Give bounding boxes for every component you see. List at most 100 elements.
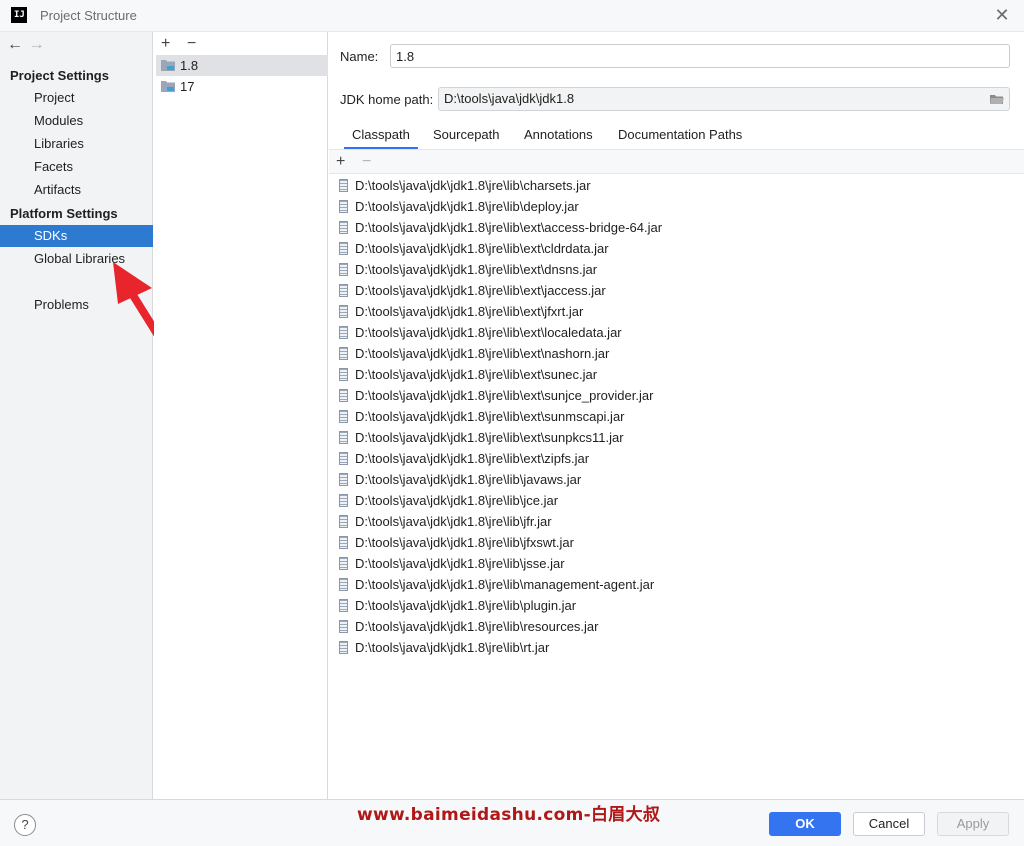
classpath-row[interactable]: D:\tools\java\jdk\jdk1.8\jre\lib\jsse.ja…	[329, 553, 1024, 574]
window-title: Project Structure	[40, 8, 137, 23]
classpath-row[interactable]: D:\tools\java\jdk\jdk1.8\jre\lib\ext\sun…	[329, 385, 1024, 406]
sdk-item-1-8[interactable]: 1.8	[156, 55, 328, 76]
classpath-row[interactable]: D:\tools\java\jdk\jdk1.8\jre\lib\ext\nas…	[329, 343, 1024, 364]
classpath-entry: D:\tools\java\jdk\jdk1.8\jre\lib\ext\nas…	[355, 346, 610, 361]
settings-sidebar: ← → Project Settings Project Modules Lib…	[0, 32, 153, 799]
jar-file-icon	[339, 200, 348, 213]
classpath-entry: D:\tools\java\jdk\jdk1.8\jre\lib\ext\zip…	[355, 451, 590, 466]
sdk-name-field[interactable]	[390, 44, 1010, 68]
folder-browse-icon[interactable]	[990, 92, 1004, 106]
sdk-item-label: 1.8	[180, 58, 199, 73]
jar-file-icon	[339, 494, 348, 507]
sdk-detail-panel: Name: JDK home path: D:\tools\java\jdk\j…	[329, 32, 1024, 799]
classpath-entry: D:\tools\java\jdk\jdk1.8\jre\lib\jfr.jar	[355, 514, 552, 529]
apply-button[interactable]: Apply	[937, 812, 1009, 836]
classpath-row[interactable]: D:\tools\java\jdk\jdk1.8\jre\lib\jfxswt.…	[329, 532, 1024, 553]
ok-button[interactable]: OK	[769, 812, 841, 836]
classpath-row[interactable]: D:\tools\java\jdk\jdk1.8\jre\lib\ext\sun…	[329, 364, 1024, 385]
add-path-button[interactable]: +	[336, 153, 345, 171]
jdk-home-path-field[interactable]: D:\tools\java\jdk\jdk1.8	[438, 87, 1010, 111]
jar-file-icon	[339, 179, 348, 192]
jar-file-icon	[339, 578, 348, 591]
classpath-row[interactable]: D:\tools\java\jdk\jdk1.8\jre\lib\ext\sun…	[329, 406, 1024, 427]
classpath-entry: D:\tools\java\jdk\jdk1.8\jre\lib\jce.jar	[355, 493, 559, 508]
classpath-row[interactable]: D:\tools\java\jdk\jdk1.8\jre\lib\ext\sun…	[329, 427, 1024, 448]
sidebar-item-project[interactable]: Project	[0, 87, 153, 109]
tab-sourcepath[interactable]: Sourcepath	[425, 124, 508, 150]
classpath-row[interactable]: D:\tools\java\jdk\jdk1.8\jre\lib\ext\jac…	[329, 280, 1024, 301]
classpath-row[interactable]: D:\tools\java\jdk\jdk1.8\jre\lib\rt.jar	[329, 637, 1024, 658]
close-icon[interactable]: ✕	[994, 6, 1010, 24]
jdk-home-path-value: D:\tools\java\jdk\jdk1.8	[444, 91, 575, 106]
title-bar: IJ Project Structure ✕	[0, 0, 1024, 32]
classpath-entry: D:\tools\java\jdk\jdk1.8\jre\lib\ext\cld…	[355, 241, 609, 256]
project-settings-header: Project Settings	[10, 68, 109, 83]
classpath-toolbar: + −	[329, 150, 1024, 174]
classpath-row[interactable]: D:\tools\java\jdk\jdk1.8\jre\lib\ext\zip…	[329, 448, 1024, 469]
tab-annotations[interactable]: Annotations	[516, 124, 601, 150]
classpath-entry: D:\tools\java\jdk\jdk1.8\jre\lib\plugin.…	[355, 598, 577, 613]
dialog-footer: ? www.baimeidashu.com-白眉大叔 OK Cancel App…	[0, 799, 1024, 846]
classpath-entry: D:\tools\java\jdk\jdk1.8\jre\lib\jsse.ja…	[355, 556, 565, 571]
sidebar-item-modules[interactable]: Modules	[0, 110, 153, 132]
classpath-entry: D:\tools\java\jdk\jdk1.8\jre\lib\rt.jar	[355, 640, 550, 655]
tab-classpath[interactable]: Classpath	[344, 124, 418, 150]
jar-file-icon	[339, 431, 348, 444]
classpath-row[interactable]: D:\tools\java\jdk\jdk1.8\jre\lib\ext\cld…	[329, 238, 1024, 259]
classpath-entry: D:\tools\java\jdk\jdk1.8\jre\lib\ext\sun…	[355, 367, 598, 382]
classpath-row[interactable]: D:\tools\java\jdk\jdk1.8\jre\lib\charset…	[329, 175, 1024, 196]
classpath-entry: D:\tools\java\jdk\jdk1.8\jre\lib\ext\sun…	[355, 388, 654, 403]
watermark-text: www.baimeidashu.com-白眉大叔	[357, 805, 661, 825]
platform-settings-header: Platform Settings	[10, 206, 118, 221]
classpath-entry: D:\tools\java\jdk\jdk1.8\jre\lib\ext\loc…	[355, 325, 622, 340]
jar-file-icon	[339, 473, 348, 486]
jar-file-icon	[339, 263, 348, 276]
jdk-folder-icon	[161, 81, 175, 92]
classpath-row[interactable]: D:\tools\java\jdk\jdk1.8\jre\lib\ext\acc…	[329, 217, 1024, 238]
classpath-entry: D:\tools\java\jdk\jdk1.8\jre\lib\javaws.…	[355, 472, 582, 487]
sdk-item-label: 17	[180, 79, 195, 94]
classpath-row[interactable]: D:\tools\java\jdk\jdk1.8\jre\lib\ext\loc…	[329, 322, 1024, 343]
sidebar-item-sdks[interactable]: SDKs	[0, 225, 153, 247]
jar-file-icon	[339, 452, 348, 465]
jar-file-icon	[339, 599, 348, 612]
classpath-entry: D:\tools\java\jdk\jdk1.8\jre\lib\deploy.…	[355, 199, 579, 214]
classpath-row[interactable]: D:\tools\java\jdk\jdk1.8\jre\lib\ext\jfx…	[329, 301, 1024, 322]
add-sdk-button[interactable]: +	[161, 35, 170, 53]
jar-file-icon	[339, 536, 348, 549]
name-label: Name:	[340, 49, 379, 64]
tab-documentation-paths[interactable]: Documentation Paths	[610, 124, 750, 150]
classpath-entry: D:\tools\java\jdk\jdk1.8\jre\lib\managem…	[355, 577, 655, 592]
classpath-entry: D:\tools\java\jdk\jdk1.8\jre\lib\ext\jfx…	[355, 304, 584, 319]
classpath-row[interactable]: D:\tools\java\jdk\jdk1.8\jre\lib\deploy.…	[329, 196, 1024, 217]
classpath-row[interactable]: D:\tools\java\jdk\jdk1.8\jre\lib\plugin.…	[329, 595, 1024, 616]
jar-file-icon	[339, 557, 348, 570]
classpath-entry: D:\tools\java\jdk\jdk1.8\jre\lib\resourc…	[355, 619, 599, 634]
sdk-item-17[interactable]: 17	[156, 76, 328, 97]
forward-arrow-icon[interactable]: →	[29, 36, 47, 54]
remove-sdk-button[interactable]: −	[187, 35, 196, 53]
intellij-logo-icon: IJ	[11, 7, 27, 23]
classpath-row[interactable]: D:\tools\java\jdk\jdk1.8\jre\lib\managem…	[329, 574, 1024, 595]
jdk-home-path-label: JDK home path:	[340, 92, 434, 107]
jar-file-icon	[339, 242, 348, 255]
remove-path-button[interactable]: −	[362, 153, 371, 171]
classpath-entry: D:\tools\java\jdk\jdk1.8\jre\lib\ext\sun…	[355, 430, 624, 445]
classpath-entry: D:\tools\java\jdk\jdk1.8\jre\lib\ext\dns…	[355, 262, 598, 277]
help-button[interactable]: ?	[14, 814, 36, 836]
classpath-row[interactable]: D:\tools\java\jdk\jdk1.8\jre\lib\jfr.jar	[329, 511, 1024, 532]
jdk-folder-icon	[161, 60, 175, 71]
sidebar-item-facets[interactable]: Facets	[0, 156, 153, 178]
cancel-button[interactable]: Cancel	[853, 812, 925, 836]
sdk-list-panel: + − 1.8 17	[154, 32, 328, 799]
classpath-row[interactable]: D:\tools\java\jdk\jdk1.8\jre\lib\javaws.…	[329, 469, 1024, 490]
classpath-row[interactable]: D:\tools\java\jdk\jdk1.8\jre\lib\jce.jar	[329, 490, 1024, 511]
classpath-row[interactable]: D:\tools\java\jdk\jdk1.8\jre\lib\resourc…	[329, 616, 1024, 637]
jar-file-icon	[339, 368, 348, 381]
sidebar-item-libraries[interactable]: Libraries	[0, 133, 153, 155]
classpath-row[interactable]: D:\tools\java\jdk\jdk1.8\jre\lib\ext\dns…	[329, 259, 1024, 280]
sidebar-item-artifacts[interactable]: Artifacts	[0, 179, 153, 201]
classpath-list: D:\tools\java\jdk\jdk1.8\jre\lib\charset…	[329, 174, 1024, 799]
jar-file-icon	[339, 620, 348, 633]
back-arrow-icon[interactable]: ←	[7, 36, 25, 54]
